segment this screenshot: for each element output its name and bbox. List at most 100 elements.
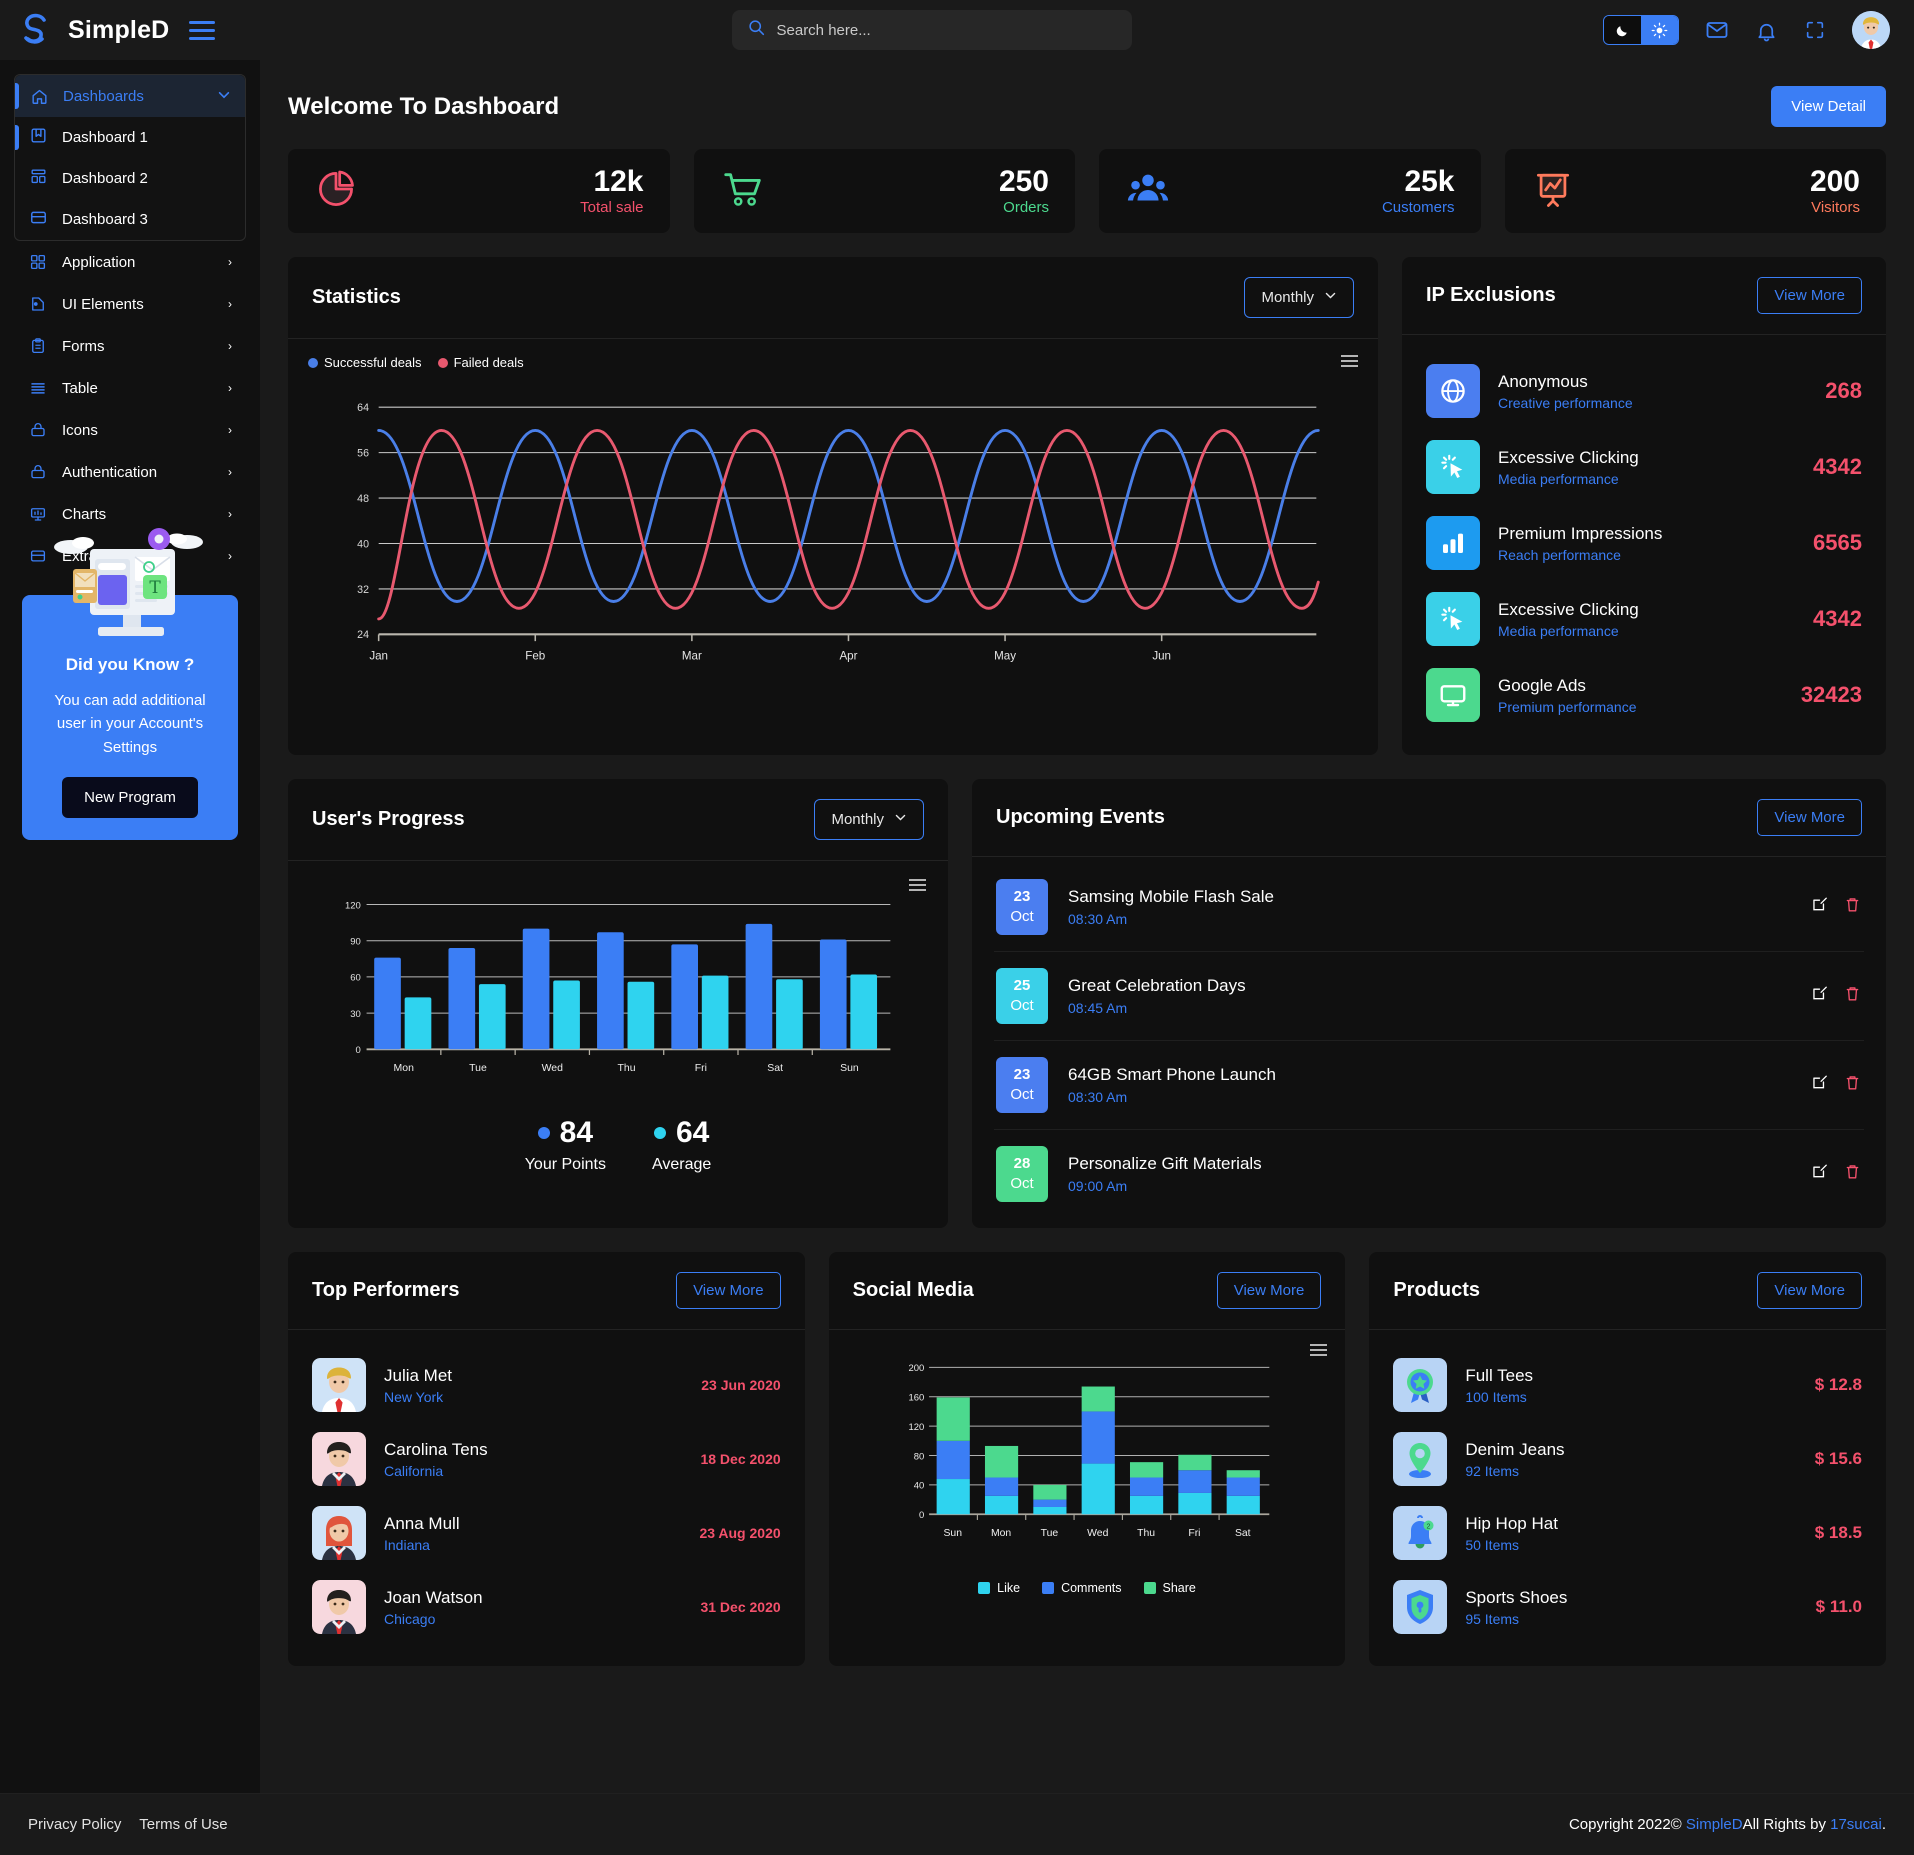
list-item[interactable]: Joan Watson Chicago 31 Dec 2020 xyxy=(310,1570,783,1644)
sidebar-item-dashboards[interactable]: Dashboards xyxy=(15,75,245,117)
trash-icon[interactable] xyxy=(1843,895,1862,919)
user-progress-title: User's Progress xyxy=(312,808,465,830)
search-icon xyxy=(748,19,765,41)
list-item[interactable]: Excessive Clicking Media performance 434… xyxy=(1424,429,1864,505)
list-item[interactable]: Sports Shoes 95 Items $ 11.0 xyxy=(1391,1570,1864,1644)
product-price: $ 12.8 xyxy=(1814,1375,1862,1394)
list-item[interactable]: Anna Mull Indiana 23 Aug 2020 xyxy=(310,1496,783,1570)
pie-chart-icon xyxy=(314,167,358,216)
legend-label: Share xyxy=(1162,1581,1196,1595)
sidebar-item-forms[interactable]: Forms › xyxy=(14,325,246,367)
chart-menu-icon[interactable] xyxy=(1310,1344,1328,1356)
product-name: Denim Jeans xyxy=(1465,1439,1565,1459)
sidebar-item-dashboard-3[interactable]: Dashboard 3 xyxy=(15,199,245,240)
ip-value: 268 xyxy=(1825,378,1862,403)
statistics-period-select[interactable]: Monthly xyxy=(1244,277,1354,318)
products-body: Full Tees 100 Items $ 12.8 Denim Jeans 9… xyxy=(1369,1330,1886,1666)
edit-icon[interactable] xyxy=(1810,1073,1829,1097)
avatar[interactable] xyxy=(1852,11,1890,49)
stat-label: Visitors xyxy=(1811,199,1860,217)
svg-text:Feb: Feb xyxy=(525,650,545,663)
view-detail-button[interactable]: View Detail xyxy=(1771,86,1886,127)
privacy-policy-link[interactable]: Privacy Policy xyxy=(28,1816,121,1833)
list-item[interactable]: 23 Oct 64GB Smart Phone Launch 08:30 Am xyxy=(994,1041,1864,1130)
list-item[interactable]: 2 Hip Hop Hat 50 Items $ 18.5 xyxy=(1391,1496,1864,1570)
presentation-icon xyxy=(1531,167,1575,216)
svg-text:0: 0 xyxy=(356,1045,361,1056)
svg-text:80: 80 xyxy=(913,1451,924,1462)
sidebar-item-authentication[interactable]: Authentication › xyxy=(14,451,246,493)
trash-icon[interactable] xyxy=(1843,984,1862,1008)
list-item[interactable]: Denim Jeans 92 Items $ 15.6 xyxy=(1391,1422,1864,1496)
legend-label: Successful deals xyxy=(324,355,422,370)
user-progress-period-select[interactable]: Monthly xyxy=(814,799,924,840)
chevron-right-icon: › xyxy=(228,381,232,395)
trash-icon[interactable] xyxy=(1843,1162,1862,1186)
fullscreen-icon[interactable] xyxy=(1804,19,1826,41)
sidebar-item-ui-elements[interactable]: UI Elements › xyxy=(14,283,246,325)
search-box[interactable] xyxy=(731,10,1132,50)
chart-menu-icon[interactable] xyxy=(909,879,926,891)
performers-view-more-button[interactable]: View More xyxy=(676,1272,781,1309)
bell-icon[interactable] xyxy=(1755,19,1778,42)
list-item[interactable]: 28 Oct Personalize Gift Materials 09:00 … xyxy=(994,1130,1864,1218)
progress-events-row: User's Progress Monthly 120 90 60 30 0 M… xyxy=(288,779,1886,1228)
copyright-mid: All Rights by xyxy=(1742,1816,1831,1833)
edit-icon[interactable] xyxy=(1810,984,1829,1008)
list-item[interactable]: Full Tees 100 Items $ 12.8 xyxy=(1391,1348,1864,1422)
terms-of-use-link[interactable]: Terms of Use xyxy=(139,1816,227,1833)
sun-icon[interactable] xyxy=(1641,16,1678,44)
svg-text:May: May xyxy=(994,650,1016,663)
user-progress-summary: 84 Your Points 64 Average xyxy=(310,1116,926,1174)
footer-brand-link[interactable]: SimpleD xyxy=(1686,1816,1743,1833)
stat-value: 25k xyxy=(1404,164,1455,198)
sidebar-toggle-icon[interactable] xyxy=(189,20,216,40)
legend-like: Like xyxy=(978,1581,1020,1595)
chevron-down-icon xyxy=(894,811,907,828)
edit-icon[interactable] xyxy=(1810,895,1829,919)
svg-text:160: 160 xyxy=(908,1393,924,1404)
ip-value: 4342 xyxy=(1813,454,1862,479)
list-item[interactable]: Anonymous Creative performance 268 xyxy=(1424,353,1864,429)
event-date-badge: 23 Oct xyxy=(996,1057,1048,1113)
search-input[interactable] xyxy=(776,21,1116,39)
list-item[interactable]: 25 Oct Great Celebration Days 08:45 Am xyxy=(994,952,1864,1041)
list-item[interactable]: Carolina Tens California 18 Dec 2020 xyxy=(310,1422,783,1496)
badge-icon xyxy=(1393,1358,1448,1412)
list-item[interactable]: Excessive Clicking Media performance 434… xyxy=(1424,581,1864,657)
mail-icon[interactable] xyxy=(1705,18,1729,42)
legend-comments: Comments xyxy=(1042,1581,1122,1595)
promo-illustration: T xyxy=(35,517,225,667)
ip-name: Excessive Clicking xyxy=(1498,447,1639,467)
stat-card-orders[interactable]: 250 Orders xyxy=(693,149,1075,233)
stat-card-visitors[interactable]: 200 Visitors xyxy=(1504,149,1886,233)
list-item[interactable]: Julia Met New York 23 Jun 2020 xyxy=(310,1348,783,1422)
sidebar-item-icons[interactable]: Icons › xyxy=(14,409,246,451)
events-view-more-button[interactable]: View More xyxy=(1757,799,1862,836)
list-item[interactable]: Premium Impressions Reach performance 65… xyxy=(1424,505,1864,581)
sidebar-item-dashboard-1[interactable]: Dashboard 1 xyxy=(15,117,245,158)
ip-exclusions-view-more-button[interactable]: View More xyxy=(1757,277,1862,314)
sidebar-item-dashboard-2[interactable]: Dashboard 2 xyxy=(15,158,245,199)
theme-toggle[interactable] xyxy=(1603,15,1679,45)
sidebar-item-label: Icons xyxy=(62,421,98,439)
stat-card-total-sale[interactable]: 12k Total sale xyxy=(288,149,670,233)
stat-card-customers[interactable]: 25k Customers xyxy=(1099,149,1481,233)
edit-icon[interactable] xyxy=(1810,1162,1829,1186)
products-title: Products xyxy=(1393,1279,1481,1301)
legend-share: Share xyxy=(1143,1581,1196,1595)
sidebar-item-table[interactable]: Table › xyxy=(14,367,246,409)
chart-menu-icon[interactable] xyxy=(1341,355,1358,367)
sidebar-item-application[interactable]: Application › xyxy=(14,241,246,283)
social-view-more-button[interactable]: View More xyxy=(1216,1272,1322,1309)
new-program-button[interactable]: New Program xyxy=(62,776,198,818)
cart-icon xyxy=(720,166,766,217)
list-item[interactable]: Google Ads Premium performance 32423 xyxy=(1424,657,1864,733)
sidebar-item-label: UI Elements xyxy=(62,295,144,313)
top-header: SimpleD xyxy=(0,0,1914,60)
products-view-more-button[interactable]: View More xyxy=(1757,1272,1862,1309)
trash-icon[interactable] xyxy=(1843,1073,1862,1097)
moon-icon[interactable] xyxy=(1604,16,1641,44)
list-item[interactable]: 23 Oct Samsing Mobile Flash Sale 08:30 A… xyxy=(994,863,1864,952)
footer-author-link[interactable]: 17sucai xyxy=(1830,1816,1882,1833)
